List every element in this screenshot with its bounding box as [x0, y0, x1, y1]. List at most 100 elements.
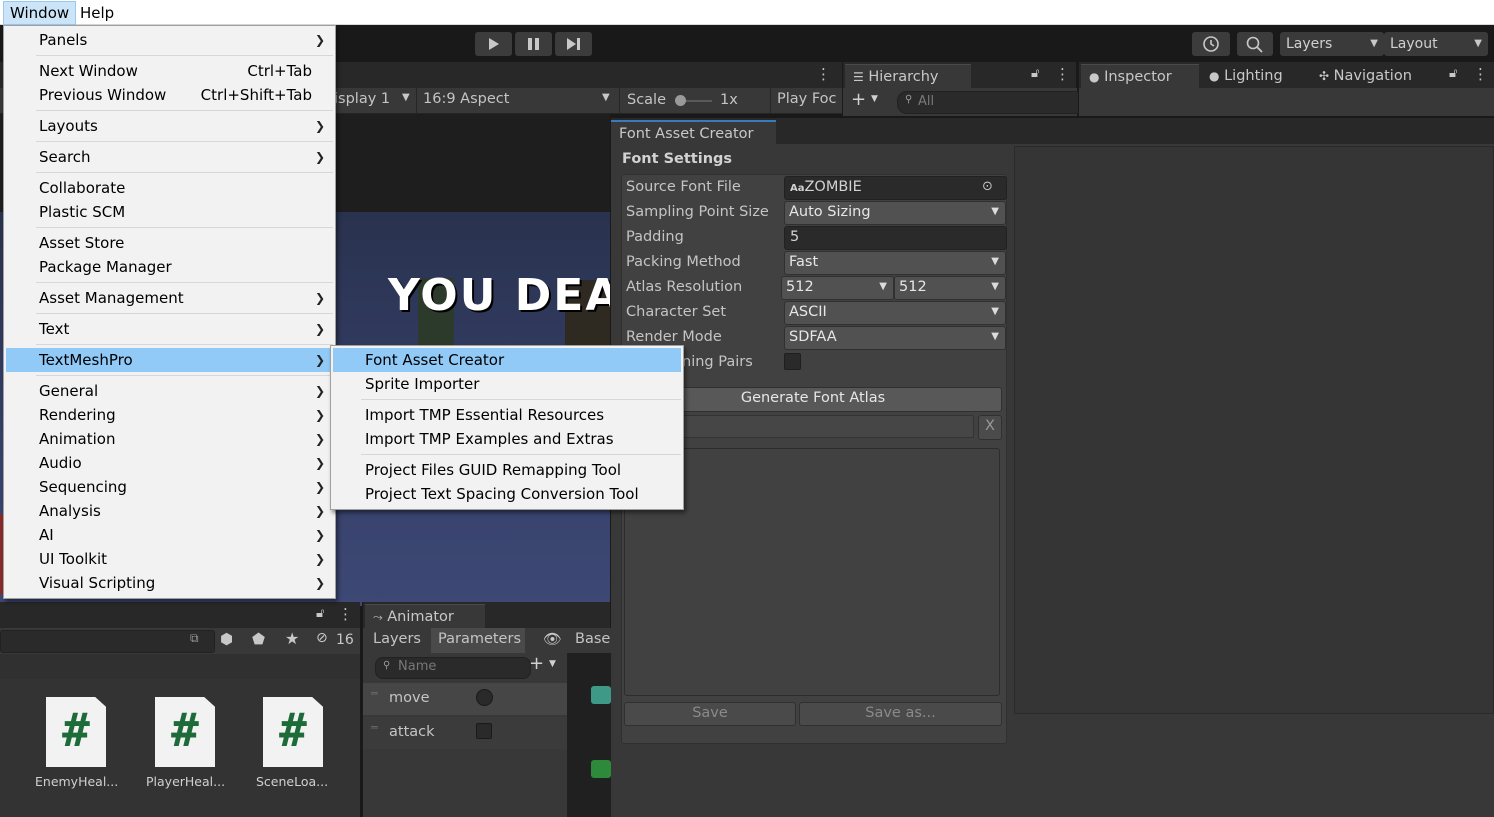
menu-item-rendering[interactable]: Rendering ❯ — [6, 403, 333, 427]
menu-item-visual-scripting[interactable]: Visual Scripting ❯ — [6, 571, 333, 595]
drag-handle-icon[interactable]: ═ — [371, 687, 378, 700]
file-name[interactable]: EnemyHeal... — [35, 774, 118, 789]
star-icon[interactable]: ★ — [285, 629, 299, 648]
tab-parameters[interactable]: Parameters — [431, 628, 525, 653]
chevron-down-icon[interactable]: ▼ — [871, 94, 878, 104]
search-button[interactable] — [1237, 32, 1273, 56]
file-name[interactable]: SceneLoa... — [256, 774, 328, 789]
play-button[interactable] — [475, 32, 512, 56]
menu-item-layouts[interactable]: Layouts ❯ — [6, 114, 333, 138]
menu-window[interactable]: Window — [3, 1, 77, 25]
packing-method-dropdown[interactable]: Fast ▼ — [784, 251, 1006, 275]
eye-icon[interactable]: 👁︎ — [543, 630, 562, 648]
more-options-icon[interactable]: ⋮ — [338, 605, 353, 623]
trigger-radio[interactable] — [476, 689, 493, 706]
character-set-dropdown[interactable]: ASCII ▼ — [784, 301, 1006, 325]
parameter-name[interactable]: attack — [389, 724, 435, 740]
menu-item-textmeshpro[interactable]: TextMeshPro ❯ — [6, 348, 333, 372]
state-node[interactable] — [591, 686, 611, 704]
tab-hierarchy-label: Hierarchy — [868, 69, 939, 85]
render-mode-dropdown[interactable]: SDFAA ▼ — [784, 326, 1006, 350]
source-font-file-field[interactable]: AaZOMBIE — [784, 176, 1007, 200]
history-button[interactable] — [1192, 32, 1230, 56]
script-icon[interactable]: # — [263, 697, 323, 767]
layout-dropdown[interactable]: Layout ▼ — [1384, 32, 1488, 56]
lock-icon[interactable]: 🔓︎ — [1449, 66, 1457, 81]
save-as-button[interactable]: Save as... — [799, 702, 1002, 726]
more-options-icon[interactable]: ⋮ — [816, 65, 831, 83]
tab-layers[interactable]: Layers — [373, 631, 421, 647]
tab-lighting[interactable]: ● Lighting — [1201, 64, 1309, 88]
add-icon[interactable]: + — [851, 89, 866, 110]
menu-item-sequencing[interactable]: Sequencing ❯ — [6, 475, 333, 499]
menu-item-text[interactable]: Text ❯ — [6, 317, 333, 341]
search-window-icon[interactable]: ⧉ — [190, 631, 199, 646]
menu-item-guid-remapping-tool[interactable]: Project Files GUID Remapping Tool — [333, 458, 681, 482]
animator-graph[interactable] — [567, 653, 611, 817]
script-icon[interactable]: # — [46, 697, 106, 767]
project-search-input[interactable] — [0, 630, 215, 653]
menu-item-collaborate[interactable]: Collaborate — [6, 176, 333, 200]
more-options-icon[interactable]: ⋮ — [1055, 65, 1070, 83]
chevron-down-icon[interactable]: ▼ — [549, 659, 556, 669]
menu-item-font-asset-creator[interactable]: Font Asset Creator — [333, 348, 681, 372]
layers-dropdown[interactable]: Layers ▼ — [1280, 32, 1384, 56]
label-icon[interactable]: ⬟ — [252, 630, 265, 648]
more-options-icon[interactable]: ⋮ — [1473, 65, 1488, 83]
menu-item-import-examples[interactable]: Import TMP Examples and Extras — [333, 427, 681, 451]
menu-item-previous-window[interactable]: Previous Window Ctrl+Shift+Tab — [6, 83, 333, 107]
play-focus-dropdown[interactable]: Play Foc — [777, 91, 837, 107]
script-icon[interactable]: # — [155, 697, 215, 767]
filter-type-icon[interactable]: ⬢ — [220, 630, 233, 648]
menu-item-plastic-scm[interactable]: Plastic SCM — [6, 200, 333, 224]
parameter-row[interactable]: ═ attack — [363, 717, 567, 749]
add-icon[interactable]: + — [529, 653, 544, 674]
menu-item-animation[interactable]: Animation ❯ — [6, 427, 333, 451]
tab-navigation[interactable]: ✣ Navigation — [1311, 64, 1439, 88]
object-picker-icon[interactable]: ⊙ — [982, 179, 993, 194]
sampling-point-size-label: Sampling Point Size — [626, 204, 769, 220]
lock-icon[interactable]: 🔓︎ — [316, 606, 324, 621]
parameter-row[interactable]: ═ move — [363, 683, 567, 715]
state-node[interactable] — [591, 760, 611, 778]
atlas-height-dropdown[interactable]: 512 ▼ — [894, 276, 1006, 300]
drag-handle-icon[interactable]: ═ — [371, 721, 378, 734]
menu-item-general[interactable]: General ❯ — [6, 379, 333, 403]
parameter-name[interactable]: move — [389, 690, 430, 706]
menu-item-ui-toolkit[interactable]: UI Toolkit ❯ — [6, 547, 333, 571]
tab-inspector[interactable]: ● Inspector — [1081, 64, 1199, 89]
sampling-point-size-dropdown[interactable]: Auto Sizing ▼ — [784, 201, 1006, 225]
hidden-eye-icon[interactable]: ⊘ — [316, 630, 328, 646]
clear-button[interactable]: X — [978, 415, 1002, 440]
atlas-width-dropdown[interactable]: 512 ▼ — [781, 276, 894, 300]
padding-field[interactable]: 5 — [784, 226, 1007, 250]
menu-item-search[interactable]: Search ❯ — [6, 145, 333, 169]
bool-checkbox[interactable] — [476, 723, 492, 739]
display-dropdown[interactable]: isplay 1 — [334, 91, 390, 107]
menu-item-next-window[interactable]: Next Window Ctrl+Tab — [6, 59, 333, 83]
kerning-pairs-checkbox[interactable] — [784, 353, 801, 370]
file-name[interactable]: PlayerHeal... — [146, 774, 225, 789]
save-button[interactable]: Save — [624, 702, 796, 726]
hierarchy-search-input[interactable]: All — [897, 91, 1091, 114]
step-button[interactable] — [555, 32, 592, 56]
pause-button[interactable] — [515, 32, 552, 56]
tab-font-asset-creator[interactable]: Font Asset Creator — [611, 120, 776, 146]
menu-item-analysis[interactable]: Analysis ❯ — [6, 499, 333, 523]
menu-item-audio[interactable]: Audio ❯ — [6, 451, 333, 475]
aspect-dropdown[interactable]: 16:9 Aspect — [423, 91, 509, 107]
parameter-search-input[interactable]: Name — [375, 657, 531, 679]
tab-hierarchy[interactable]: ☰ Hierarchy — [845, 64, 971, 89]
menu-item-asset-management[interactable]: Asset Management ❯ — [6, 286, 333, 310]
lock-icon[interactable]: 🔓︎ — [1031, 66, 1039, 81]
menu-item-ai[interactable]: AI ❯ — [6, 523, 333, 547]
menu-item-package-manager[interactable]: Package Manager — [6, 255, 333, 279]
scale-slider-thumb[interactable] — [675, 95, 686, 106]
menu-item-panels[interactable]: Panels ❯ — [6, 28, 333, 52]
menu-item-import-essential-resources[interactable]: Import TMP Essential Resources — [333, 403, 681, 427]
menu-help[interactable]: Help — [74, 2, 120, 24]
tab-animator[interactable]: ⤳ Animator — [365, 604, 485, 629]
menu-item-sprite-importer[interactable]: Sprite Importer — [333, 372, 681, 396]
menu-item-asset-store[interactable]: Asset Store — [6, 231, 333, 255]
menu-item-text-spacing-conversion-tool[interactable]: Project Text Spacing Conversion Tool — [333, 482, 681, 506]
